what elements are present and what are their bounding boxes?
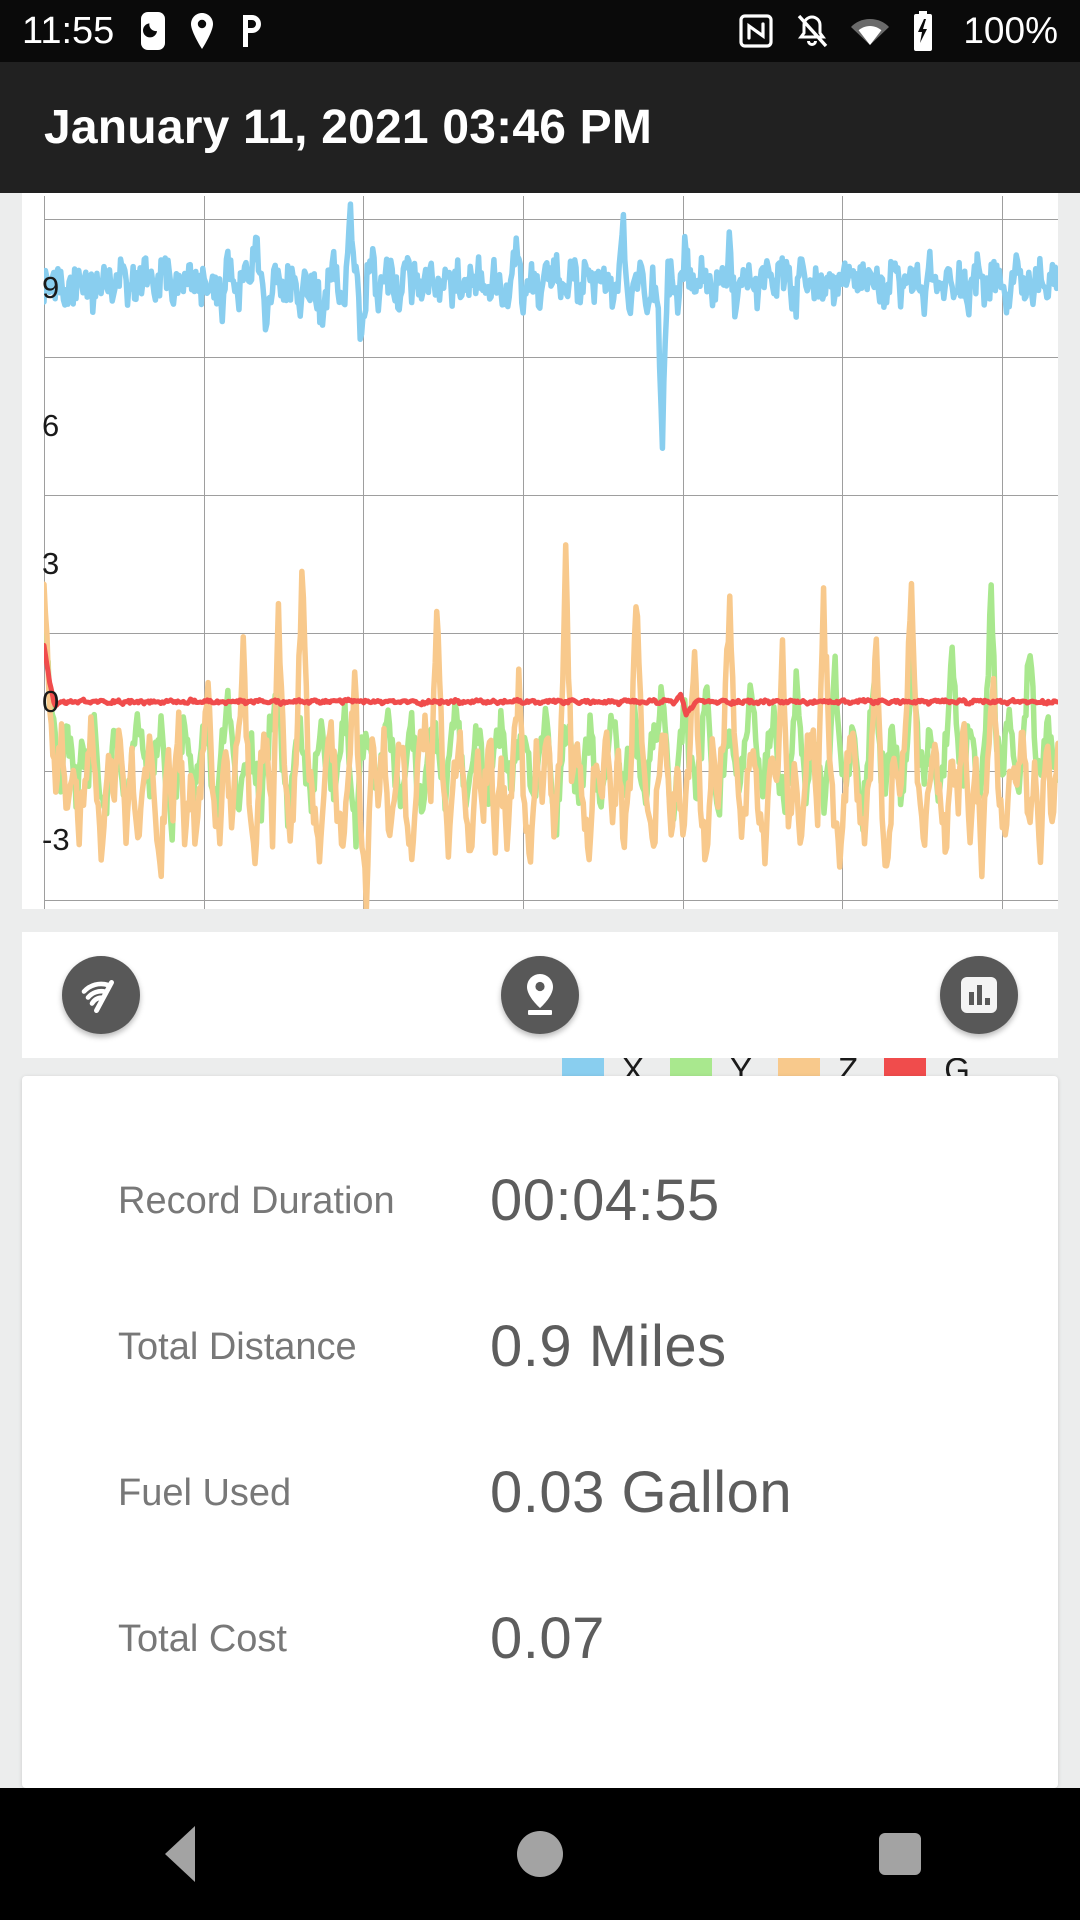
chart-y-tick-label: 9 bbox=[42, 270, 60, 305]
nav-recents-button[interactable] bbox=[825, 1788, 975, 1920]
map-marker-icon bbox=[527, 974, 553, 1015]
sensor-chart-card[interactable]: 9 6 3 0 -3 XYZG bbox=[22, 193, 1058, 1090]
chart-y-tick-label: 3 bbox=[42, 546, 60, 581]
battery-percent-label: 100% bbox=[963, 10, 1058, 51]
location-pin-icon bbox=[191, 13, 214, 49]
chart-series-line-x bbox=[44, 204, 1058, 448]
chart-y-tick-label: 6 bbox=[42, 408, 60, 443]
speedometer-button[interactable] bbox=[62, 956, 140, 1034]
phone-screen: 11:55 100% January 11, 2021 03:46 PM 9 6… bbox=[0, 0, 1080, 1920]
bar-chart-icon bbox=[961, 977, 997, 1013]
speedometer-icon bbox=[81, 980, 114, 1013]
status-right-icons: 100% bbox=[739, 10, 1058, 52]
chart-area[interactable]: 9 6 3 0 -3 bbox=[22, 193, 1058, 909]
status-left-icons bbox=[140, 11, 264, 51]
stat-label: Fuel Used bbox=[118, 1472, 292, 1514]
trip-summary-card: Record Duration 00:04:55 Total Distance 0.9… bbox=[22, 1076, 1058, 1788]
app-bar: January 11, 2021 03:46 PM bbox=[0, 62, 1080, 193]
stat-row: Fuel Used 0.03 Gallon bbox=[22, 1420, 1058, 1566]
page-title: January 11, 2021 03:46 PM bbox=[44, 101, 653, 154]
dnd-moon-icon bbox=[141, 12, 166, 50]
stat-value: 00:04:55 bbox=[490, 1168, 720, 1233]
stat-label: Total Distance bbox=[118, 1326, 357, 1368]
status-clock: 11:55 bbox=[22, 10, 115, 52]
notifications-off-icon bbox=[798, 14, 828, 48]
nav-home-button[interactable] bbox=[465, 1788, 615, 1920]
stat-row-list: Record Duration 00:04:55 Total Distance 0.9… bbox=[22, 1128, 1058, 1712]
chart-y-tick-label: -3 bbox=[42, 822, 70, 857]
parking-p-icon bbox=[243, 15, 262, 47]
bar-chart-button[interactable] bbox=[940, 956, 1018, 1034]
stat-row: Total Cost 0.07 bbox=[22, 1566, 1058, 1712]
stat-label: Record Duration bbox=[118, 1180, 395, 1222]
stat-row: Total Distance 0.9 Miles bbox=[22, 1274, 1058, 1420]
back-icon bbox=[165, 1826, 195, 1882]
nav-back-button[interactable] bbox=[105, 1788, 255, 1920]
recents-icon bbox=[879, 1833, 921, 1875]
map-marker-button[interactable] bbox=[501, 956, 579, 1034]
home-icon bbox=[517, 1831, 563, 1877]
nfc-icon bbox=[739, 14, 773, 48]
stat-value: 0.9 Miles bbox=[490, 1314, 727, 1379]
battery-charging-icon bbox=[914, 11, 933, 51]
stat-label: Total Cost bbox=[118, 1618, 287, 1660]
android-nav-bar bbox=[0, 1788, 1080, 1920]
stat-value: 0.03 Gallon bbox=[490, 1460, 793, 1525]
chart-plot[interactable] bbox=[44, 196, 1058, 909]
action-button-bar bbox=[22, 932, 1058, 1058]
stat-row: Record Duration 00:04:55 bbox=[22, 1128, 1058, 1274]
status-bar: 11:55 100% bbox=[0, 0, 1080, 62]
chart-series-line-z bbox=[44, 545, 1058, 909]
chart-series bbox=[44, 196, 1058, 909]
stat-value: 0.07 bbox=[490, 1606, 605, 1671]
chart-y-tick-label: 0 bbox=[42, 684, 60, 719]
wifi-icon bbox=[851, 19, 890, 45]
